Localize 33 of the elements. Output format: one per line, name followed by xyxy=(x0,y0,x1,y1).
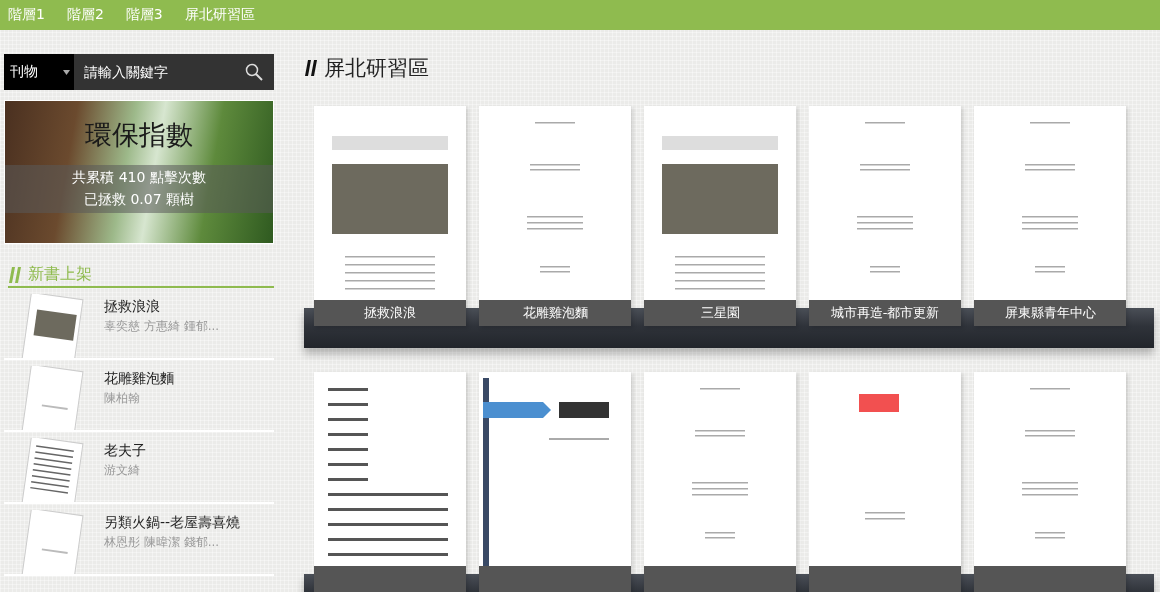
book-title-link[interactable]: 花雕雞泡麵 xyxy=(104,370,174,388)
click-count-text: 共累積 410 點擊次數 xyxy=(72,169,206,187)
book-authors: 辜奕慈 方惠綺 鍾郁... xyxy=(104,318,220,335)
book-thumbnail[interactable] xyxy=(21,366,87,430)
book-thumbnail[interactable] xyxy=(21,510,87,574)
search-button[interactable] xyxy=(234,54,274,90)
book-title-label: 城市再造-都市更新 xyxy=(809,300,961,326)
book-title-label: 屏東縣青年中心 xyxy=(974,300,1126,326)
section-heading: 屏北研習區 xyxy=(324,55,429,82)
trees-saved-text: 已拯救 0.07 顆樹 xyxy=(83,191,195,209)
book-thumbnail[interactable] xyxy=(21,294,87,358)
category-dropdown[interactable]: 刊物 xyxy=(4,54,74,90)
book-title-label: 花雕雞泡麵 xyxy=(479,300,631,326)
book-thumbnail[interactable] xyxy=(21,438,87,502)
caret-icon xyxy=(63,69,70,75)
book-authors: 游文綺 xyxy=(104,462,141,479)
heading-mark-icon xyxy=(8,264,22,285)
book-authors: 陳柏翰 xyxy=(104,390,141,407)
book-cover[interactable] xyxy=(314,106,466,300)
search-field[interactable]: 請輸入關鍵字 xyxy=(74,54,234,90)
book-title-link[interactable]: 另類火鍋--老屋壽喜燒 xyxy=(104,514,241,532)
book-cover[interactable] xyxy=(479,372,631,566)
book-title-label: 三星園 xyxy=(644,300,796,326)
book-cover[interactable] xyxy=(314,372,466,566)
book-title-label: 拯救浪浪 xyxy=(314,300,466,326)
book-authors: 林恩彤 陳暐潔 錢郁... xyxy=(104,534,221,551)
book-cover[interactable] xyxy=(644,106,796,300)
book-title-link[interactable]: 拯救浪浪 xyxy=(104,298,220,316)
search-icon xyxy=(245,63,263,81)
banner-title: 環保指數 xyxy=(85,118,193,152)
heading-mark-icon xyxy=(304,58,318,78)
section-heading: 新書上架 xyxy=(28,264,92,285)
book-title-link[interactable]: 老夫子 xyxy=(104,442,146,460)
